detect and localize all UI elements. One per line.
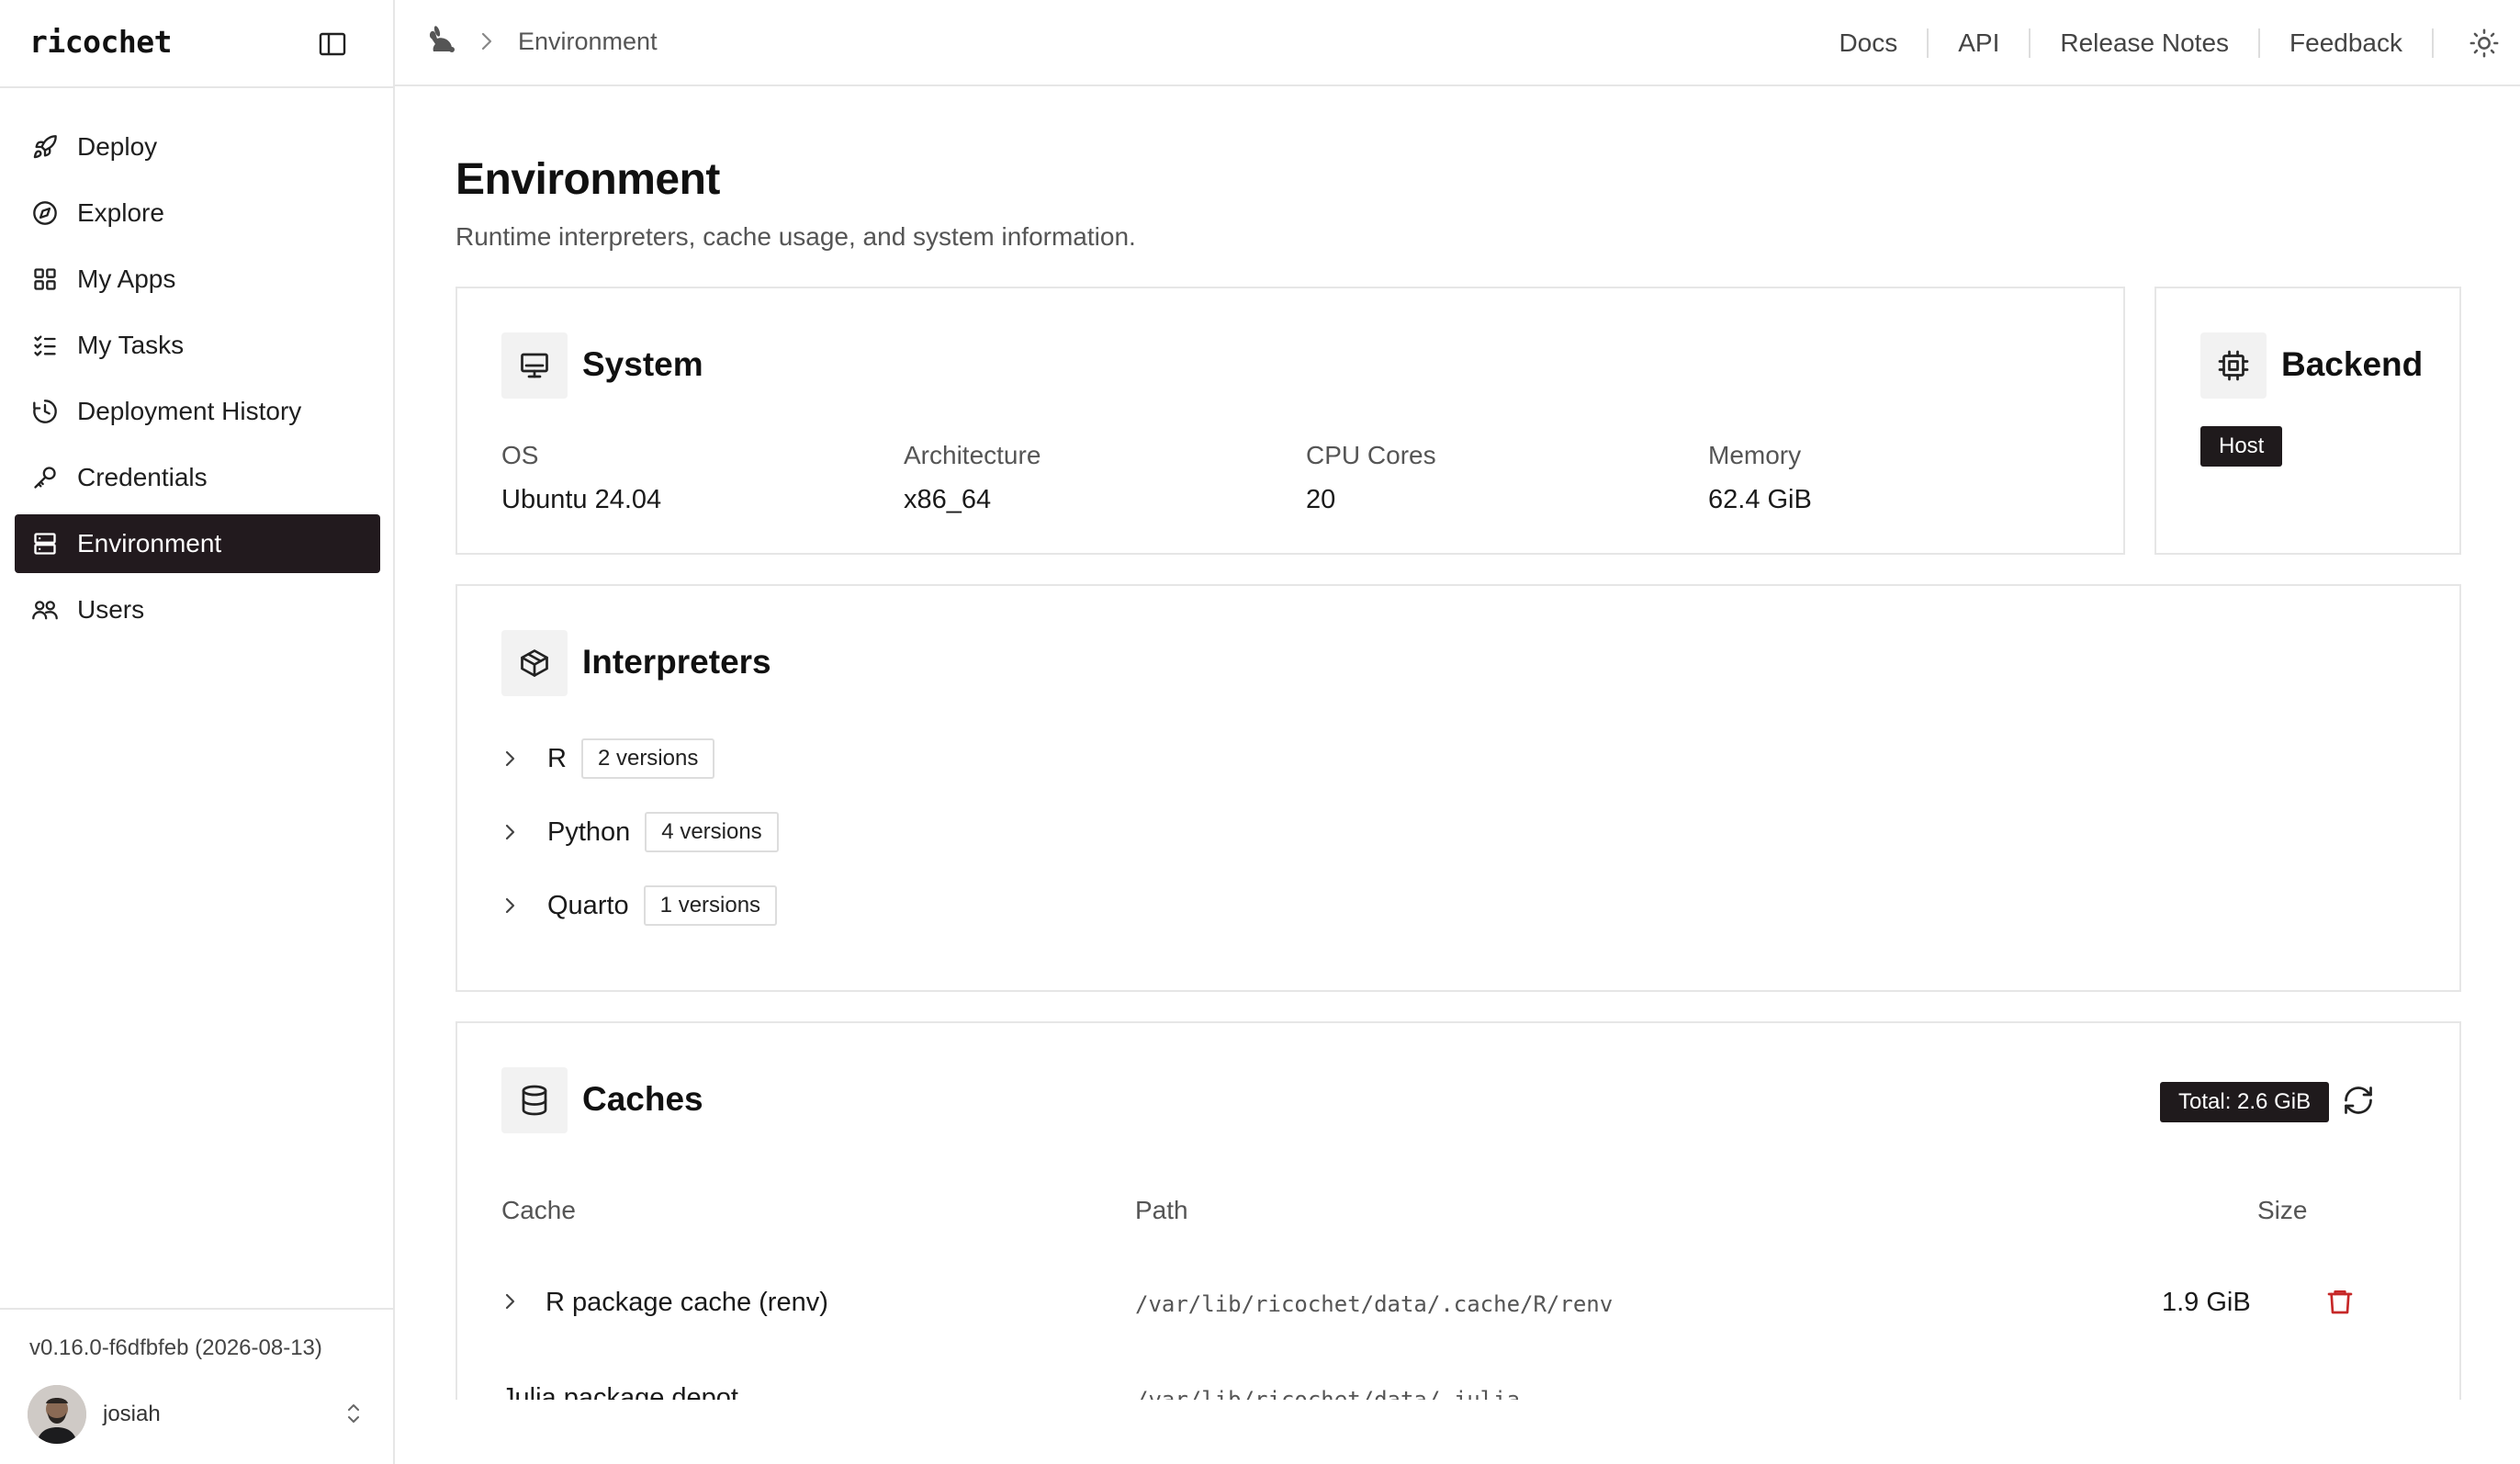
sidebar-toggle-icon[interactable] [316, 28, 349, 61]
cache-path: /var/lib/ricochet/data/.julia [1135, 1387, 1521, 1400]
backend-card: Backend Host [2154, 287, 2461, 555]
grid-icon [31, 265, 59, 293]
interpreter-row-quarto[interactable]: Quarto 1 versions [501, 885, 778, 926]
chevron-right-icon[interactable] [501, 1289, 518, 1318]
cpu-chip-icon [2200, 332, 2267, 399]
sidebar-item-label: Deployment History [77, 397, 302, 425]
sidebar-item-users[interactable]: Users [15, 580, 380, 639]
avatar[interactable] [28, 1385, 86, 1444]
interpreter-row-python[interactable]: Python 4 versions [501, 812, 779, 852]
interpreter-name: R [547, 743, 567, 773]
sidebar-item-label: Deploy [77, 132, 158, 161]
sun-icon[interactable] [2469, 28, 2500, 63]
total-size-badge: Total: 2.6 GiB [2160, 1082, 2330, 1122]
breadcrumb-current: Environment [518, 28, 658, 55]
interpreter-name: Python [547, 816, 631, 847]
sidebar-item-environment[interactable]: Environment [15, 514, 380, 573]
chevron-right-icon [479, 29, 494, 58]
refresh-icon[interactable] [2342, 1084, 2375, 1121]
sidebar-item-label: Users [77, 595, 145, 624]
interpreter-row-r[interactable]: R 2 versions [501, 738, 715, 779]
interpreter-name: Quarto [547, 890, 629, 920]
version-count-badge: 2 versions [580, 738, 715, 779]
interpreters-card: Interpreters R 2 versions Python 4 versi… [456, 584, 2461, 992]
version-count-badge: 1 versions [643, 885, 778, 926]
page-title: Environment [456, 155, 720, 204]
sidebar-item-credentials[interactable]: Credentials [15, 448, 380, 507]
server-icon [31, 530, 59, 557]
cache-name: Julia package depot [501, 1383, 738, 1400]
list-checks-icon [31, 332, 59, 359]
version-count-badge: 4 versions [645, 812, 779, 852]
sidebar-item-label: My Tasks [77, 331, 185, 359]
sidebar-item-label: Explore [77, 198, 164, 227]
database-icon [501, 1067, 568, 1133]
app-logo[interactable]: ricochet [29, 24, 172, 60]
monitor-icon [501, 332, 568, 399]
rabbit-home-icon[interactable] [424, 26, 457, 63]
cache-path: /var/lib/ricochet/data/.cache/R/renv [1135, 1291, 1614, 1317]
chevron-right-icon[interactable] [501, 894, 534, 918]
column-header-cache: Cache [501, 1196, 576, 1224]
interpreters-title: Interpreters [582, 643, 771, 681]
caches-card: Caches Total: 2.6 GiB Cache Path Size R … [456, 1021, 2461, 1400]
sidebar-item-label: My Apps [77, 265, 176, 293]
cache-name: R package cache (renv) [546, 1288, 828, 1317]
app-version: v0.16.0-f6dfbfeb (2026-08-13) [29, 1335, 322, 1360]
sidebar-item-my-tasks[interactable]: My Tasks [15, 316, 380, 375]
chevron-up-down-icon[interactable] [343, 1400, 364, 1432]
history-icon [31, 398, 59, 425]
cpu-cores-value: 20 [1306, 485, 1336, 514]
architecture-value: x86_64 [904, 485, 992, 514]
package-icon [501, 630, 568, 696]
sidebar-nav: Deploy Explore My Apps My Tasks Deployme… [15, 118, 380, 647]
system-card: System OS Ubuntu 24.04 Architecture x86_… [456, 287, 2125, 555]
feedback-link[interactable]: Feedback [2260, 28, 2434, 58]
sidebar-footer: v0.16.0-f6dfbfeb (2026-08-13) josiah [0, 1308, 393, 1464]
main-content: Environment Runtime interpreters, cache … [395, 86, 2520, 1400]
release-notes-link[interactable]: Release Notes [2031, 28, 2261, 58]
cache-size: 1.9 GiB [2162, 1288, 2251, 1317]
username[interactable]: josiah [103, 1402, 161, 1427]
memory-value: 62.4 GiB [1708, 485, 1812, 514]
backend-badge: Host [2200, 426, 2283, 467]
trash-icon[interactable] [2325, 1286, 2355, 1322]
cpu-cores-label: CPU Cores [1306, 441, 1436, 469]
column-header-path: Path [1135, 1196, 1188, 1224]
sidebar: ricochet Deploy Explore My Apps My Tasks… [0, 0, 395, 1464]
sidebar-header: ricochet [0, 0, 393, 88]
sidebar-item-label: Environment [77, 529, 222, 557]
chevron-right-icon[interactable] [501, 820, 534, 844]
users-icon [31, 596, 59, 624]
api-link[interactable]: API [1929, 28, 2031, 58]
os-label: OS [501, 441, 539, 469]
memory-label: Memory [1708, 441, 1802, 469]
rocket-icon [31, 133, 59, 161]
top-nav: Docs API Release Notes Feedback [1809, 0, 2434, 86]
sidebar-item-label: Credentials [77, 463, 208, 491]
sidebar-item-explore[interactable]: Explore [15, 184, 380, 242]
os-value: Ubuntu 24.04 [501, 485, 662, 514]
topbar: Environment Docs API Release Notes Feedb… [395, 0, 2520, 86]
docs-link[interactable]: Docs [1809, 28, 1929, 58]
key-icon [31, 464, 59, 491]
chevron-right-icon[interactable] [501, 747, 534, 771]
sidebar-item-my-apps[interactable]: My Apps [15, 250, 380, 309]
sidebar-item-deploy[interactable]: Deploy [15, 118, 380, 176]
compass-icon [31, 199, 59, 227]
system-title: System [582, 345, 703, 383]
column-header-size: Size [2257, 1196, 2308, 1224]
page-subtitle: Runtime interpreters, cache usage, and s… [456, 222, 1136, 251]
architecture-label: Architecture [904, 441, 1041, 469]
sidebar-item-deployment-history[interactable]: Deployment History [15, 382, 380, 441]
backend-title: Backend [2281, 345, 2424, 383]
caches-title: Caches [582, 1080, 703, 1118]
